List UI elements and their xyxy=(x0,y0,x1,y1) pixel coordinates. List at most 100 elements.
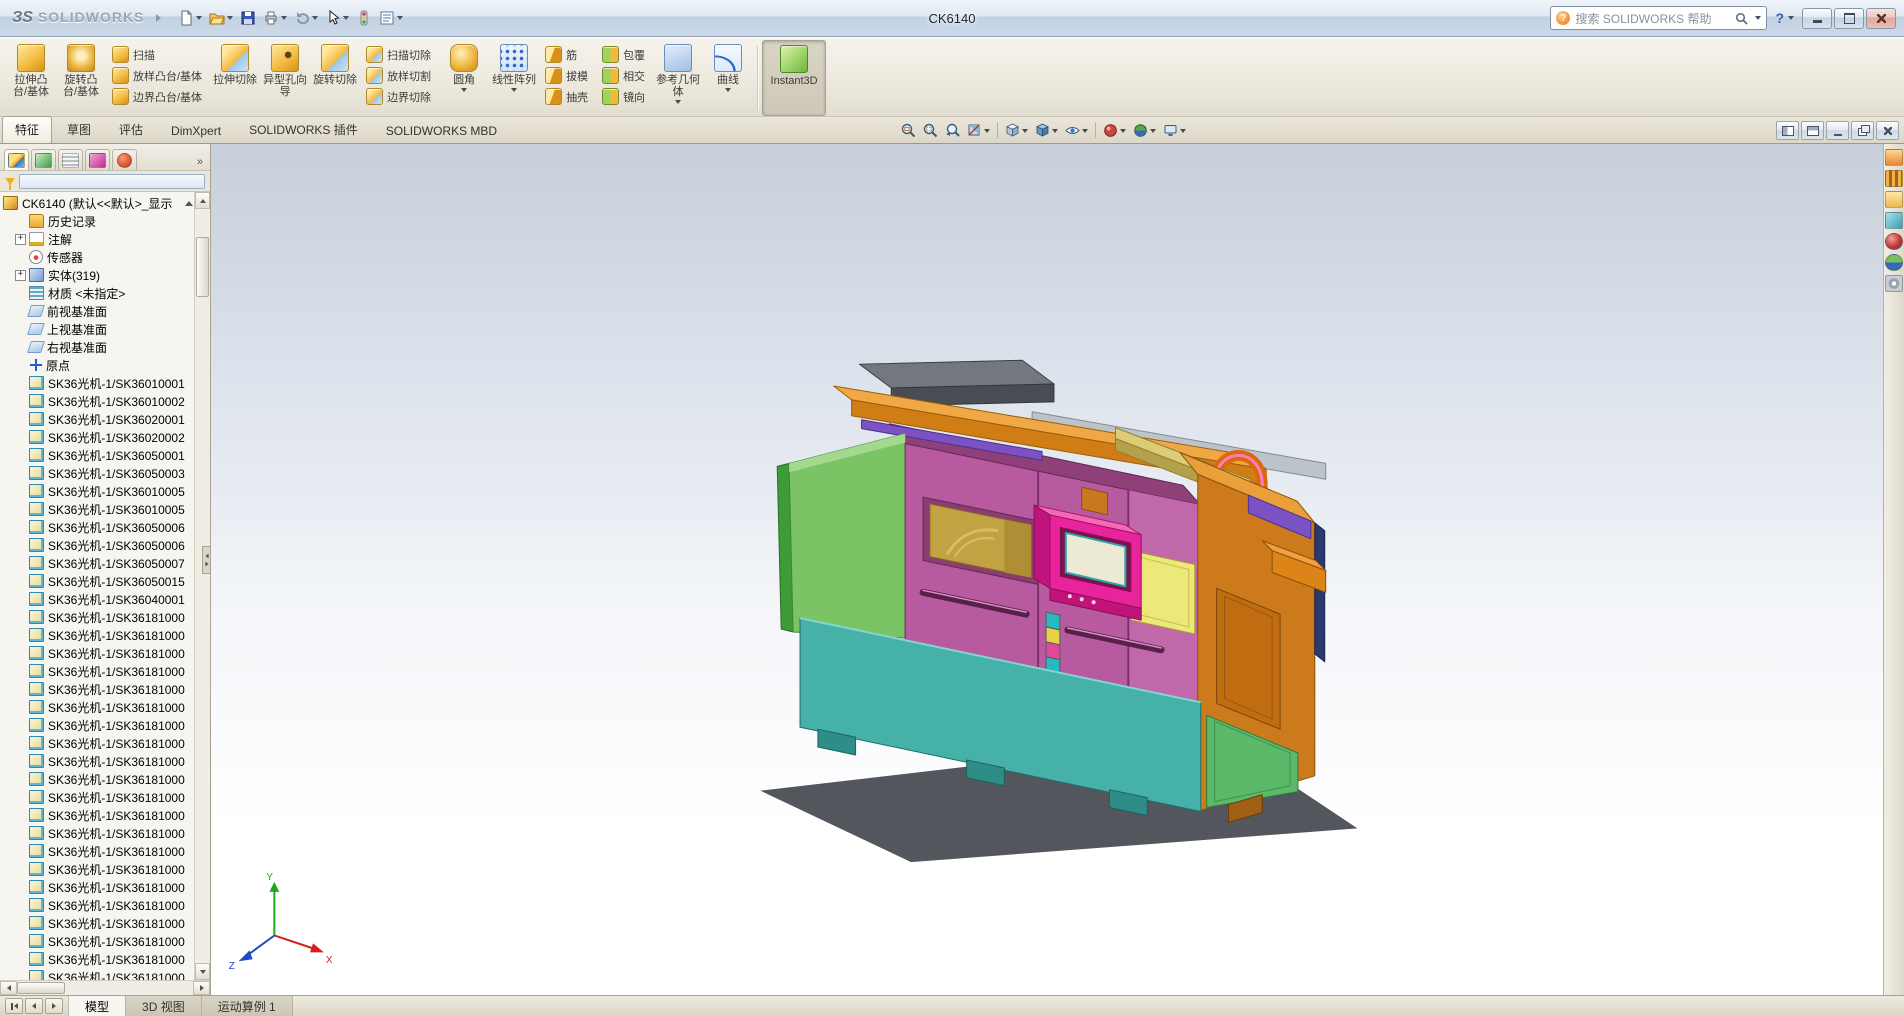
pane-layout-button[interactable] xyxy=(1801,121,1824,140)
dropdown-arrow-icon[interactable] xyxy=(1052,129,1058,133)
tree-item[interactable]: SK36光机-1/SK36010005 xyxy=(3,500,195,518)
dropdown-arrow-icon[interactable] xyxy=(675,100,682,104)
tree-expander[interactable] xyxy=(15,324,26,335)
tree-item[interactable]: 历史记录 xyxy=(3,212,195,230)
tree-item[interactable]: SK36光机-1/SK36050007 xyxy=(3,554,195,572)
tree-expander[interactable] xyxy=(15,900,26,911)
ribbon-small-button[interactable]: 放样凸台/基体 xyxy=(110,66,204,85)
machine-orange-right-section[interactable] xyxy=(1179,451,1327,813)
apply-scene-button[interactable] xyxy=(1130,120,1159,140)
tree-expander[interactable] xyxy=(15,882,26,893)
featuremanager-tree-tab[interactable] xyxy=(4,149,29,170)
maximize-button[interactable] xyxy=(1834,7,1864,29)
next-tab-button[interactable] xyxy=(45,998,63,1014)
split-pane-button[interactable] xyxy=(1776,121,1799,140)
tree-item[interactable]: SK36光机-1/SK36181000 xyxy=(3,860,195,878)
tree-item[interactable]: 上视基准面 xyxy=(3,320,195,338)
file-properties-button[interactable] xyxy=(376,5,406,31)
dropdown-arrow-icon[interactable] xyxy=(1120,129,1126,133)
previous-tab-button[interactable] xyxy=(25,998,43,1014)
tree-expander[interactable] xyxy=(15,918,26,929)
tree-expander[interactable] xyxy=(15,738,26,749)
display-style-button[interactable] xyxy=(1032,120,1061,140)
ribbon-small-button[interactable]: 包覆 xyxy=(600,45,647,64)
tree-item[interactable]: SK36光机-1/SK36050006 xyxy=(3,536,195,554)
scroll-right-button[interactable] xyxy=(193,981,210,995)
search-icon[interactable] xyxy=(1735,12,1749,25)
previous-view-button[interactable] xyxy=(942,120,963,140)
dropdown-arrow-icon[interactable] xyxy=(511,88,518,92)
tree-item[interactable]: SK36光机-1/SK36181000 xyxy=(3,680,195,698)
tree-item[interactable]: SK36光机-1/SK36181000 xyxy=(3,608,195,626)
model-ck6140[interactable]: Y X Z xyxy=(211,144,1883,995)
doc-minimize-button[interactable] xyxy=(1826,121,1849,140)
ribbon-small-button[interactable]: 抽壳 xyxy=(543,87,590,106)
panel-splitter-handle[interactable] xyxy=(202,546,211,574)
ribbon-tab[interactable]: 草图 xyxy=(54,116,104,143)
tree-expander[interactable] xyxy=(15,306,26,317)
dropdown-arrow-icon[interactable] xyxy=(1022,129,1028,133)
doc-tab[interactable]: 3D 视图 xyxy=(126,996,202,1016)
tree-expander[interactable] xyxy=(15,414,26,425)
zoom-fit-button[interactable] xyxy=(898,120,919,140)
dimxpertmanager-tab[interactable] xyxy=(85,149,110,170)
ribbon-small-button[interactable]: 扫描 xyxy=(110,45,204,64)
edit-appearance-button[interactable] xyxy=(1100,120,1129,140)
tree-expander[interactable] xyxy=(15,288,26,299)
tree-expander[interactable] xyxy=(15,594,26,605)
undo-button[interactable] xyxy=(291,5,321,31)
graphics-area[interactable]: Y X Z xyxy=(211,144,1883,995)
tree-root-item[interactable]: CK6140 (默认<<默认>_显示 xyxy=(3,194,195,212)
scroll-left-button[interactable] xyxy=(0,981,17,995)
tree-expander[interactable] xyxy=(15,612,26,623)
tree-item[interactable]: SK36光机-1/SK36181000 xyxy=(3,716,195,734)
minimize-button[interactable] xyxy=(1802,7,1832,29)
tree-expander[interactable]: + xyxy=(15,269,26,281)
tree-expander[interactable] xyxy=(15,468,26,479)
ribbon-small-button[interactable]: 扫描切除 xyxy=(364,45,433,64)
tree-expander[interactable]: + xyxy=(15,233,26,245)
doc-tab[interactable]: 运动算例 1 xyxy=(201,996,293,1016)
tree-item[interactable]: SK36光机-1/SK36181000 xyxy=(3,932,195,950)
view-orientation-button[interactable] xyxy=(1002,120,1031,140)
tree-item[interactable]: SK36光机-1/SK36181000 xyxy=(3,896,195,914)
tree-expander[interactable] xyxy=(15,684,26,695)
solidworks-resources-icon[interactable] xyxy=(1885,149,1903,166)
tree-expander[interactable] xyxy=(15,342,26,353)
hide-show-items-button[interactable] xyxy=(1062,120,1091,140)
tree-item[interactable]: SK36光机-1/SK36181000 xyxy=(3,842,195,860)
doc-tab[interactable]: 模型 xyxy=(69,996,127,1016)
section-view-button[interactable] xyxy=(964,120,993,140)
instant3d-button[interactable]: Instant3D xyxy=(762,40,827,116)
tree-expander[interactable] xyxy=(15,972,26,981)
tree-expander[interactable] xyxy=(15,954,26,965)
tree-item[interactable]: 右视基准面 xyxy=(3,338,195,356)
fillet-button[interactable]: 圆角 xyxy=(439,40,489,116)
ribbon-small-button[interactable]: 边界凸台/基体 xyxy=(110,87,204,106)
custom-properties-icon[interactable] xyxy=(1885,275,1903,292)
tree-item[interactable]: SK36光机-1/SK36181000 xyxy=(3,626,195,644)
tree-expander[interactable] xyxy=(15,378,26,389)
tree-item[interactable]: SK36光机-1/SK36181000 xyxy=(3,968,195,980)
tree-item[interactable]: 材质 <未指定> xyxy=(3,284,195,302)
tree-expander[interactable] xyxy=(15,936,26,947)
tree-expander[interactable] xyxy=(15,396,26,407)
tree-item[interactable]: SK36光机-1/SK36040001 xyxy=(3,590,195,608)
tree-item[interactable]: SK36光机-1/SK36010005 xyxy=(3,482,195,500)
view-settings-button[interactable] xyxy=(1160,120,1189,140)
tree-item[interactable]: SK36光机-1/SK36181000 xyxy=(3,788,195,806)
tree-item[interactable]: + 注解 xyxy=(3,230,195,248)
extruded-boss-button[interactable]: 拉伸凸台/基体 xyxy=(6,40,56,116)
tree-expander[interactable] xyxy=(15,864,26,875)
doc-restore-button[interactable] xyxy=(1851,121,1874,140)
select-button[interactable] xyxy=(322,5,352,31)
doc-close-button[interactable] xyxy=(1876,121,1899,140)
configurationmanager-tab[interactable] xyxy=(58,149,83,170)
displaymanager-tab[interactable] xyxy=(112,149,137,170)
new-button[interactable] xyxy=(175,5,205,31)
ribbon-small-button[interactable]: 相交 xyxy=(600,66,647,85)
close-button[interactable] xyxy=(1866,7,1896,29)
propertymanager-tab[interactable] xyxy=(31,149,56,170)
tree-expander[interactable] xyxy=(15,450,26,461)
tree-item[interactable]: SK36光机-1/SK36010002 xyxy=(3,392,195,410)
